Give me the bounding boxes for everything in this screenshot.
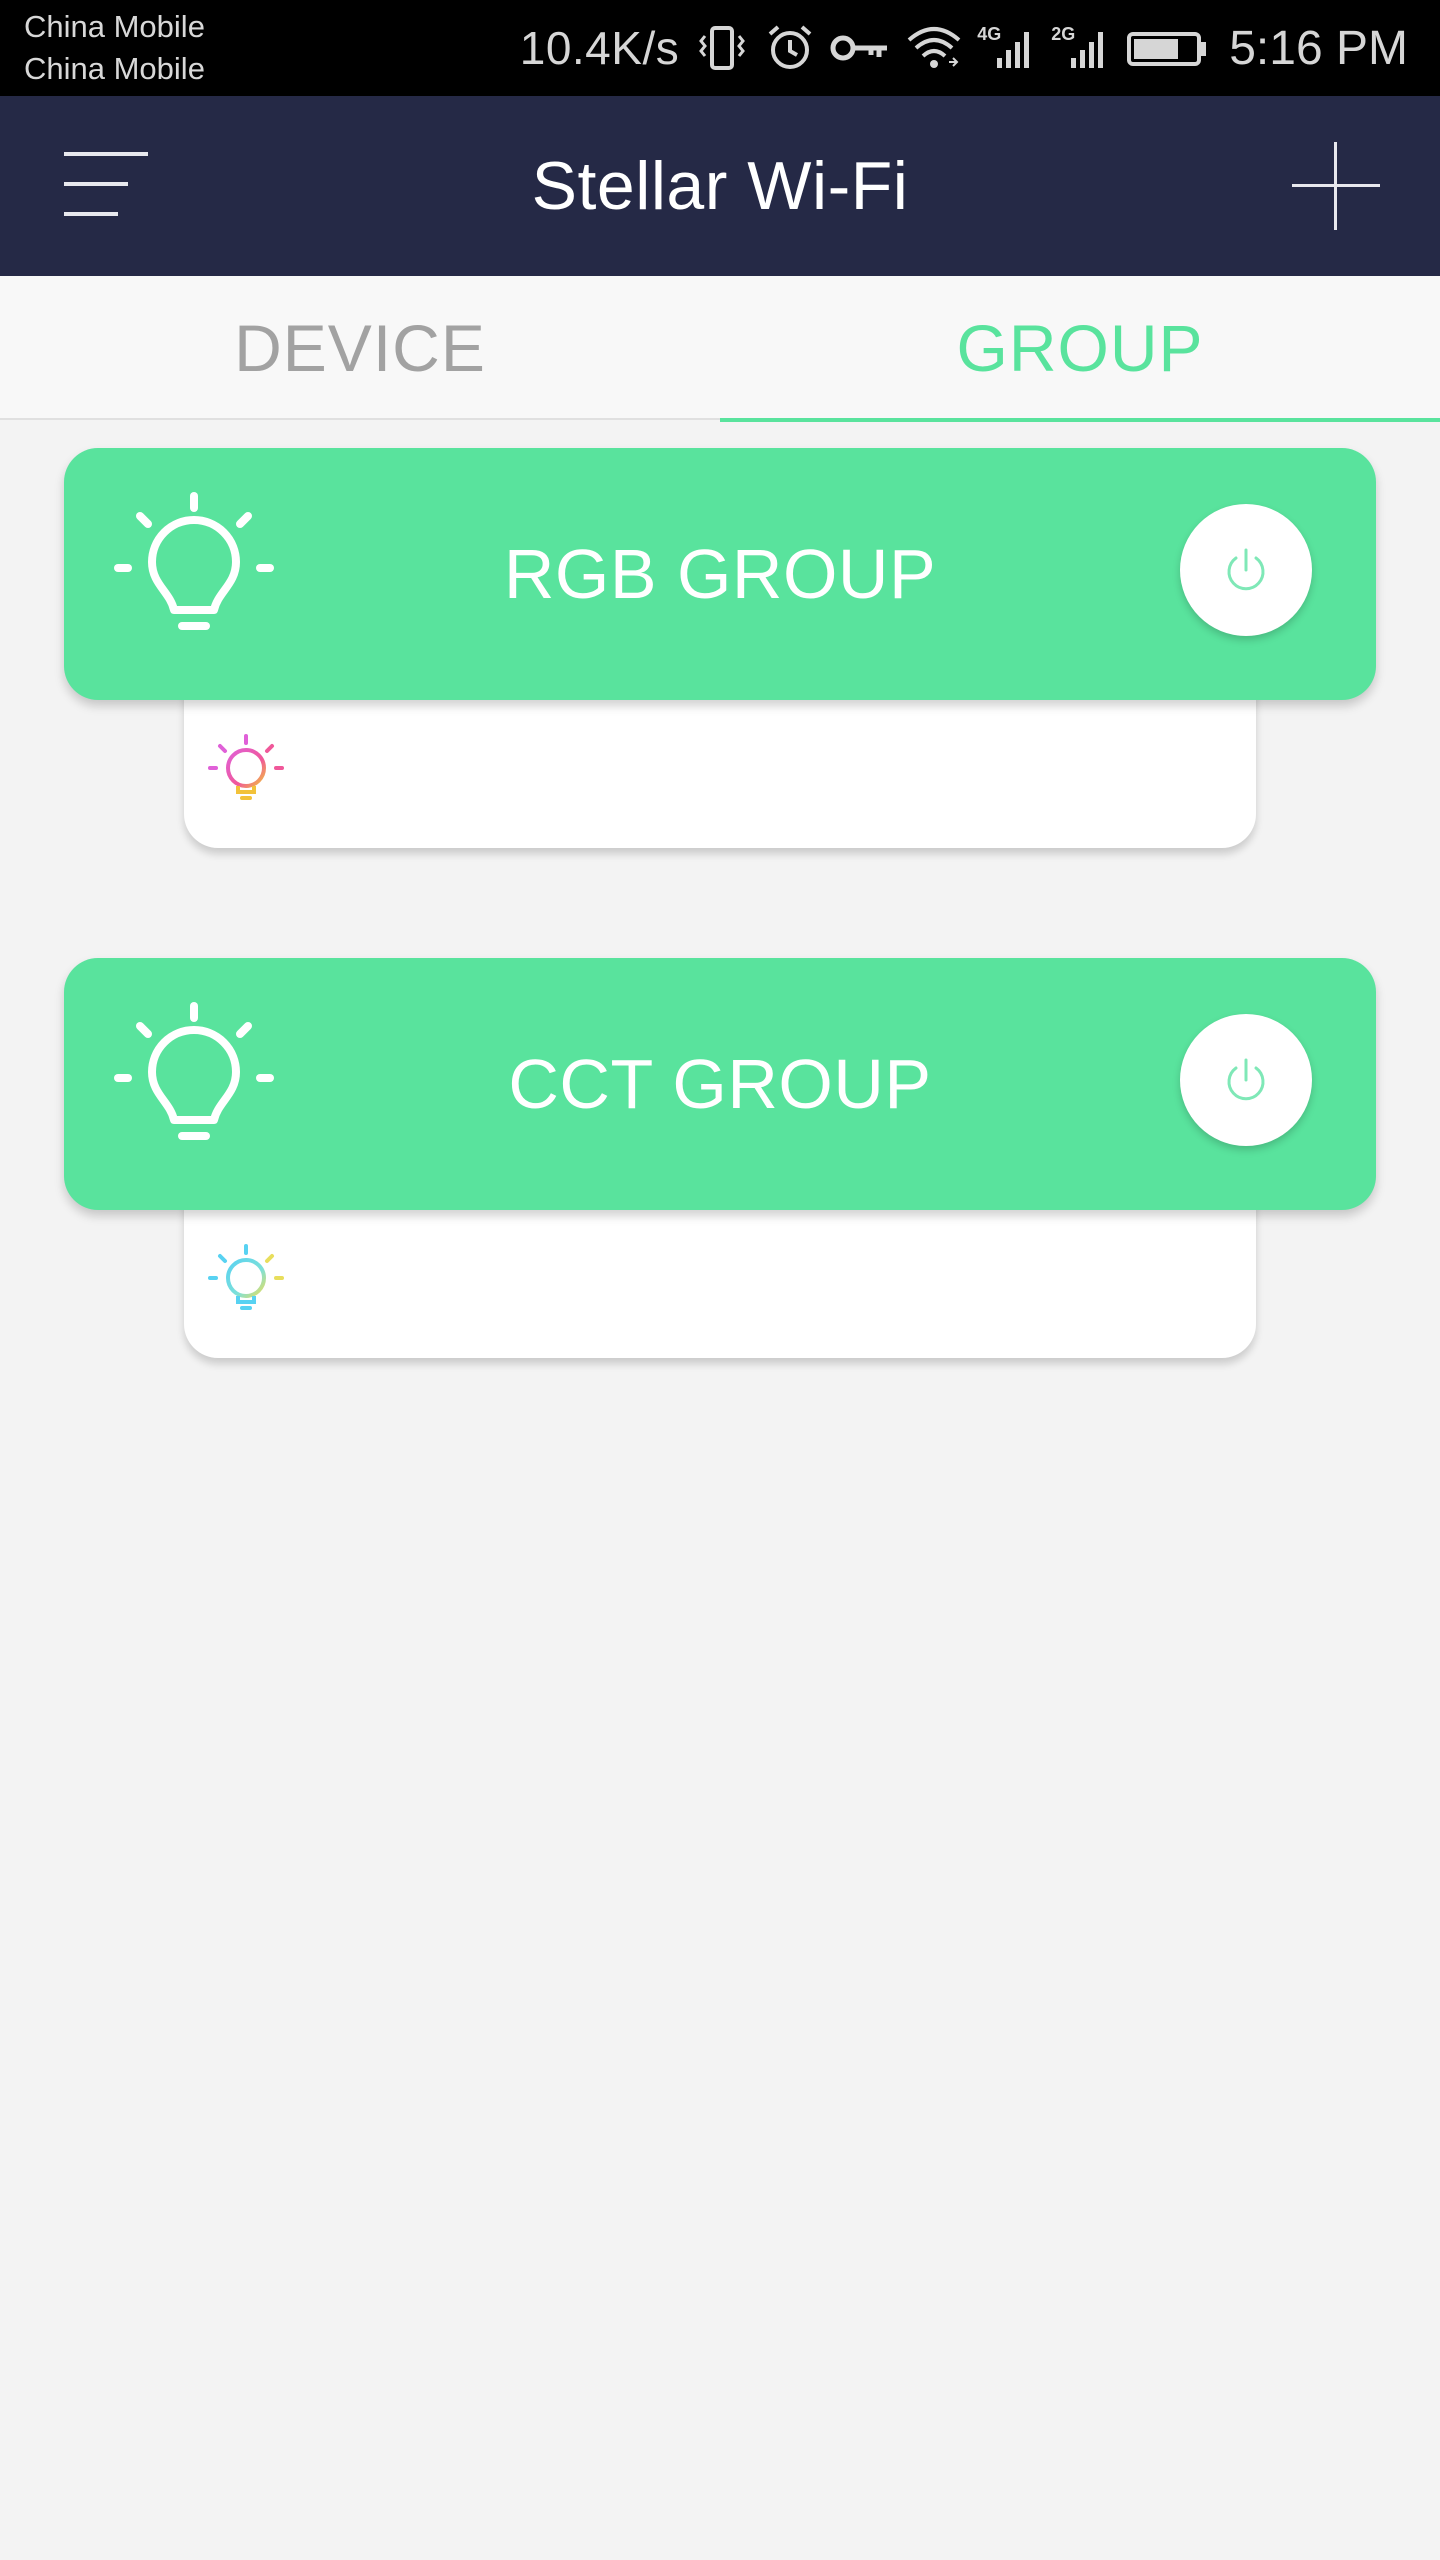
tab-group[interactable]: GROUP [720, 276, 1440, 422]
group-member-row[interactable] [184, 688, 1256, 848]
tab-bar: DEVICE GROUP [0, 276, 1440, 422]
power-icon [1227, 548, 1265, 591]
cct-bulb-icon [202, 1240, 290, 1328]
network-type-4g: 4G [977, 24, 1002, 44]
network-speed: 10.4K/s [519, 22, 680, 74]
power-icon [1227, 1058, 1265, 1101]
app-title: Stellar Wi-Fi [531, 148, 909, 224]
group-header[interactable]: RGB GROUP [64, 448, 1376, 700]
menu-icon[interactable] [60, 148, 156, 224]
bulb-icon [112, 1002, 276, 1166]
clock: 5:16 PM [1229, 21, 1408, 75]
signal-4g-icon: 4G [977, 22, 1037, 74]
group-member-row[interactable] [184, 1198, 1256, 1358]
carrier-label-1: China Mobile [24, 9, 205, 44]
screen: China Mobile China Mobile 10.4K/s 4G 2G … [0, 0, 1440, 2560]
app-bar: Stellar Wi-Fi [0, 96, 1440, 276]
vpn-key-icon [829, 22, 891, 74]
signal-2g-icon: 2G [1051, 22, 1111, 74]
status-icons: 10.4K/s 4G 2G 5:16 PM [520, 0, 1408, 96]
tab-device[interactable]: DEVICE [0, 276, 720, 420]
network-type-2g: 2G [1051, 24, 1076, 44]
power-button[interactable] [1180, 1014, 1312, 1146]
alarm-icon [765, 22, 815, 74]
group-header[interactable]: CCT GROUP [64, 958, 1376, 1210]
bulb-icon [112, 492, 276, 656]
rgb-bulb-icon [202, 730, 290, 818]
battery-icon [1125, 22, 1209, 74]
power-button[interactable] [1180, 504, 1312, 636]
carrier-label-2: China Mobile [24, 51, 205, 86]
wifi-icon [905, 22, 963, 74]
vibrate-icon [693, 22, 751, 74]
add-icon[interactable] [1290, 140, 1382, 232]
status-bar: China Mobile China Mobile 10.4K/s 4G 2G … [0, 0, 1440, 96]
